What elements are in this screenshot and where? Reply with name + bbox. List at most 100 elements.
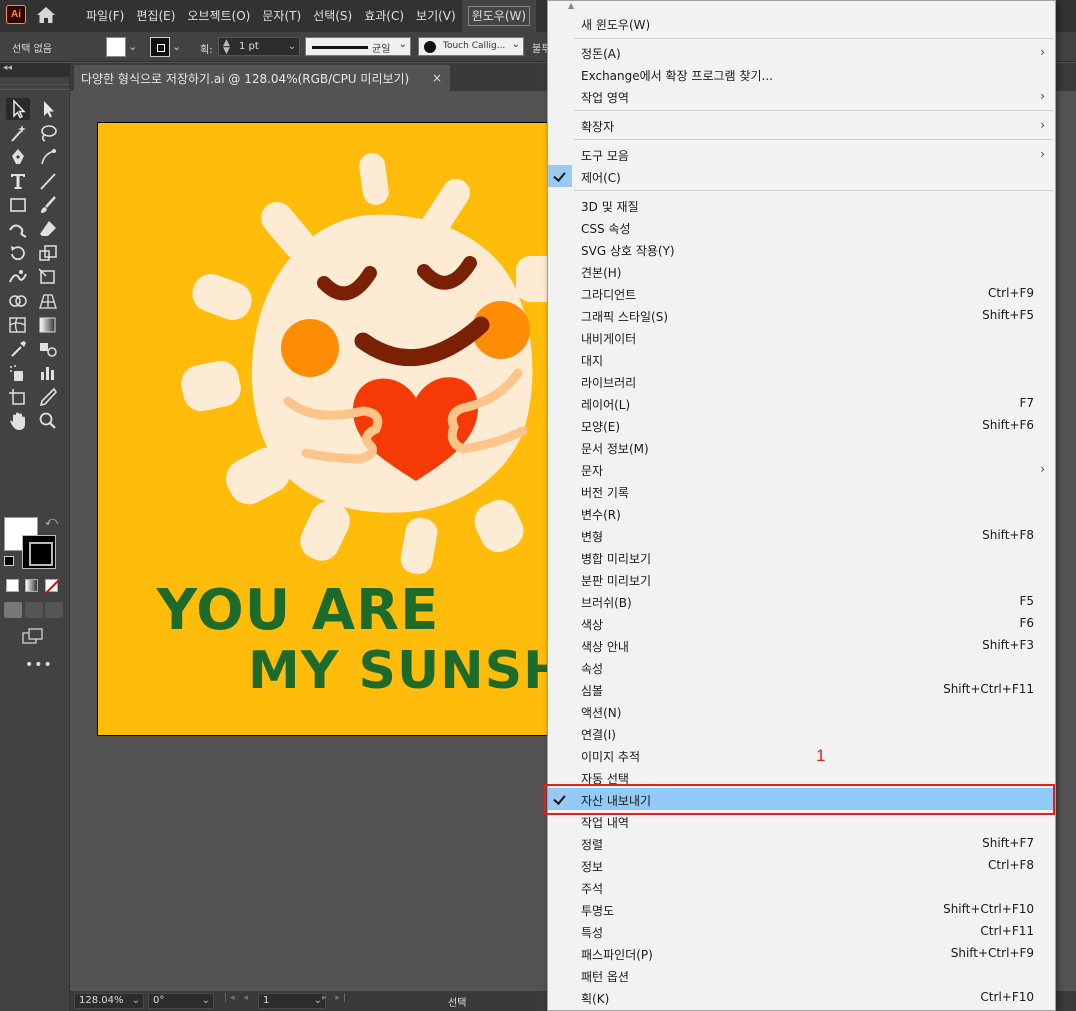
magic-wand-tool-icon[interactable] <box>6 122 30 144</box>
column-graph-tool-icon[interactable] <box>36 362 60 384</box>
rotation-field[interactable]: 0° ⌄ <box>148 993 214 1009</box>
rectangle-tool-icon[interactable] <box>6 194 30 216</box>
menu-item[interactable]: 대지 <box>548 348 1055 370</box>
menu-item[interactable]: 도구 모음 › <box>548 143 1055 165</box>
draw-behind-icon[interactable] <box>25 602 43 618</box>
menu-item[interactable]: 특성 Ctrl+F11 <box>548 920 1055 942</box>
stroke-width-spinner-icon[interactable]: ▲ ▼ <box>223 39 230 56</box>
menu-item[interactable]: 변수(R) <box>548 502 1055 524</box>
eyedropper-tool-icon[interactable] <box>6 338 30 360</box>
menu-item[interactable]: 패스파인더(P) Shift+Ctrl+F9 <box>548 942 1055 964</box>
menu-item[interactable]: 3D 및 재질 <box>548 194 1055 216</box>
panel-drag-handle[interactable] <box>0 84 70 90</box>
document-tab[interactable]: 다양한 형식으로 저장하기.ai @ 128.04%(RGB/CPU 미리보기)… <box>74 65 450 91</box>
menu-item[interactable]: CSS 속성 <box>548 216 1055 238</box>
stroke-dropdown-chevron-icon[interactable]: ⌄ <box>172 37 186 57</box>
eraser-tool-icon[interactable] <box>36 218 60 240</box>
gradient-tool-icon[interactable] <box>36 314 60 336</box>
menu-item[interactable]: 심볼 Shift+Ctrl+F11 <box>548 678 1055 700</box>
menu-item[interactable]: 내비게이터 <box>548 326 1055 348</box>
gradient-mode-icon[interactable] <box>25 579 38 592</box>
paintbrush-tool-icon[interactable] <box>36 194 60 216</box>
hand-tool-icon[interactable] <box>6 410 30 432</box>
menu-item[interactable]: 브러쉬(B) F5 <box>548 590 1055 612</box>
menu-item[interactable]: 주석 <box>548 876 1055 898</box>
artboard-nav-next-icons[interactable]: ▸ ▸| <box>322 993 349 1003</box>
symbol-sprayer-tool-icon[interactable] <box>6 362 30 384</box>
stroke-width-chevron-icon[interactable]: ⌄ <box>288 38 296 55</box>
menu-item[interactable]: 정돈(A) › <box>548 41 1055 63</box>
artboard-nav-prev-icons[interactable]: |◂ ◂ <box>224 993 251 1003</box>
menu-scroll-up-icon[interactable]: ▲ <box>568 1 574 10</box>
menu-item[interactable]: 제어(C) <box>548 165 1055 187</box>
menu-item[interactable]: 작업 영역 › <box>548 85 1055 107</box>
stroke-color-swatch[interactable] <box>150 37 170 57</box>
menu-item[interactable]: 모양(E) Shift+F6 <box>548 414 1055 436</box>
shape-builder-tool-icon[interactable] <box>6 290 30 312</box>
menu-type[interactable]: 문자(T) <box>256 0 307 32</box>
menu-item[interactable]: 문서 정보(M) <box>548 436 1055 458</box>
menu-item[interactable]: 패턴 옵션 <box>548 964 1055 986</box>
close-tab-icon[interactable]: × <box>432 71 442 85</box>
menu-item[interactable]: 버전 기록 <box>548 480 1055 502</box>
warp-tool-icon[interactable] <box>6 266 30 288</box>
menu-item[interactable]: 투명도 Shift+Ctrl+F10 <box>548 898 1055 920</box>
type-tool-icon[interactable] <box>6 170 30 192</box>
draw-normal-icon[interactable] <box>4 602 22 618</box>
menu-item[interactable]: 이미지 추적 <box>548 744 1055 766</box>
menu-item[interactable]: 그라디언트 Ctrl+F9 <box>548 282 1055 304</box>
free-transform-tool-icon[interactable] <box>36 266 60 288</box>
menu-item[interactable]: 속성 <box>548 656 1055 678</box>
lasso-tool-icon[interactable] <box>36 122 60 144</box>
slice-tool-icon[interactable] <box>36 386 60 408</box>
artboard[interactable]: YOU ARE MY SUNSHINE <box>97 122 557 736</box>
mesh-tool-icon[interactable] <box>6 314 30 336</box>
menu-window[interactable]: 윈도우(W) <box>461 0 537 32</box>
artboard-number-field[interactable]: 1 ⌄ <box>258 993 326 1009</box>
default-fill-stroke-icon[interactable] <box>4 556 14 566</box>
stroke-width-field[interactable]: ▲ ▼ 1 pt ⌄ <box>218 37 300 56</box>
menu-effect[interactable]: 효과(C) <box>358 0 410 32</box>
line-segment-tool-icon[interactable] <box>36 170 60 192</box>
menu-edit[interactable]: 편집(E) <box>130 0 181 32</box>
artboard-tool-icon[interactable] <box>6 386 30 408</box>
swap-fill-stroke-icon[interactable]: ⤺ <box>45 514 58 529</box>
screen-mode-icon[interactable] <box>22 628 44 644</box>
menu-item[interactable]: SVG 상호 작용(Y) <box>548 238 1055 260</box>
menu-item[interactable]: 정렬 Shift+F7 <box>548 832 1055 854</box>
zoom-field[interactable]: 128.04% ⌄ <box>74 993 144 1009</box>
menu-object[interactable]: 오브젝트(O) <box>181 0 256 32</box>
color-mode-icon[interactable] <box>6 579 19 592</box>
brush-definition-dropdown[interactable]: Touch Callig... ⌄ <box>418 37 524 56</box>
shaper-tool-icon[interactable] <box>6 218 30 240</box>
menu-item[interactable]: 레이어(L) F7 <box>548 392 1055 414</box>
menu-item[interactable]: 액션(N) <box>548 700 1055 722</box>
perspective-grid-tool-icon[interactable] <box>36 290 60 312</box>
menu-file[interactable]: 파일(F) <box>80 0 130 32</box>
fill-color-swatch[interactable] <box>106 37 126 57</box>
stroke-color-box[interactable] <box>22 535 56 569</box>
menu-item[interactable]: 정보 Ctrl+F8 <box>548 854 1055 876</box>
pen-tool-icon[interactable] <box>6 146 30 168</box>
menu-item[interactable]: 연결(I) <box>548 722 1055 744</box>
menu-select[interactable]: 선택(S) <box>307 0 358 32</box>
menu-item[interactable]: 병합 미리보기 <box>548 546 1055 568</box>
menu-item[interactable]: 획(K) Ctrl+F10 <box>548 986 1055 1008</box>
menu-item[interactable]: Exchange에서 확장 프로그램 찾기... <box>548 63 1055 85</box>
blend-tool-icon[interactable] <box>36 338 60 360</box>
menu-item[interactable]: 견본(H) <box>548 260 1055 282</box>
zoom-tool-icon[interactable] <box>36 410 60 432</box>
menu-item[interactable]: 새 윈도우(W) <box>548 12 1055 34</box>
curvature-tool-icon[interactable] <box>36 146 60 168</box>
menu-item[interactable]: 분판 미리보기 <box>548 568 1055 590</box>
fill-dropdown-chevron-icon[interactable]: ⌄ <box>128 37 142 57</box>
menu-item[interactable]: 색상 안내 Shift+F3 <box>548 634 1055 656</box>
none-mode-icon[interactable] <box>45 579 60 594</box>
menu-item[interactable]: 문자 › <box>548 458 1055 480</box>
rotate-tool-icon[interactable] <box>6 242 30 264</box>
menu-item[interactable]: 확장자 › <box>548 114 1055 136</box>
draw-inside-icon[interactable] <box>45 602 63 618</box>
menu-item[interactable]: 라이브러리 <box>548 370 1055 392</box>
menu-view[interactable]: 보기(V) <box>410 0 462 32</box>
home-icon[interactable] <box>36 6 56 24</box>
